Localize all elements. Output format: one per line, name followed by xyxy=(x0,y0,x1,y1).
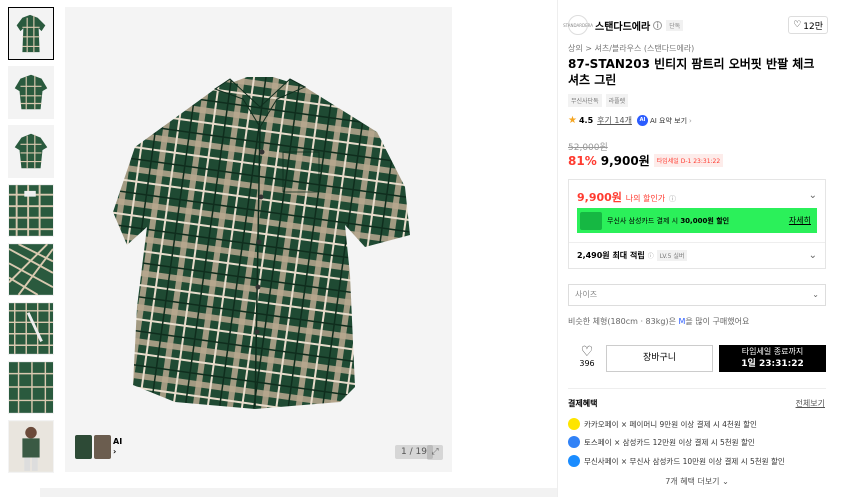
payment-benefit-item: 토스페이 × 삼성카드 12만원 이상 결제 시 5천원 할인 xyxy=(568,436,755,448)
product-tags: 무신사단독 라플렛 xyxy=(568,94,629,107)
chevron-down-icon[interactable]: ⌄ xyxy=(809,250,817,261)
shirt-illustration xyxy=(65,7,452,472)
my-price-row[interactable]: 9,900원 나의 할인가 ⓘ xyxy=(577,189,676,205)
discount-rate: 81% xyxy=(568,153,597,168)
thumbnail-4[interactable] xyxy=(8,184,54,237)
ai-chip-label: AI xyxy=(113,437,123,446)
ai-summary-label: AI 요약 보기 xyxy=(649,116,688,125)
price-row: 81% 9,900원 타임세일 D-1 23:31:22 xyxy=(568,152,724,169)
my-price-label: 나의 할인가 xyxy=(625,194,666,203)
promo-text-pre: 무신사 삼성카드 결제 시 xyxy=(607,216,681,225)
bottom-tab-bar xyxy=(40,488,557,497)
info-icon[interactable]: ⓘ xyxy=(669,195,676,203)
product-info-panel: STANDARDERA 스탠다드에라 i 단독 ♡ 12만 상의 > 셔츠/블라… xyxy=(557,0,837,497)
divider xyxy=(569,242,825,243)
promo-text-bold: 30,000원 할인 xyxy=(680,216,730,225)
size-recommendation: 비슷한 체형(180cm · 83kg)은 M을 많이 구매했어요 xyxy=(568,316,749,327)
thumbnail-2[interactable] xyxy=(8,66,54,119)
points-row[interactable]: 2,490원 최대 적립 ⓘ LV.5 실버 xyxy=(577,250,688,261)
more-benefits-button[interactable]: 7개 혜택 더보기 ⌄ xyxy=(568,476,826,487)
payment-benefit-text: 무신사페이 × 무신사 삼성카드 10만원 이상 결제 시 5천원 할인 xyxy=(584,456,785,466)
product-like-count: 396 xyxy=(579,359,595,368)
size-select-placeholder: 사이즈 xyxy=(575,290,598,299)
payment-view-all-link[interactable]: 전체보기 xyxy=(796,398,825,409)
payment-benefit-item: 무신사페이 × 무신사 삼성카드 10만원 이상 결제 시 5천원 할인 xyxy=(568,455,785,467)
promo-detail-link[interactable]: 자세히 xyxy=(789,215,811,226)
product-tag: 라플렛 xyxy=(605,94,629,107)
payment-benefit-item: 카카오페이 × 페이머니 9만원 이상 결제 시 4천원 할인 xyxy=(568,418,757,430)
product-like-button[interactable]: ♡ 396 xyxy=(572,345,602,368)
brand-like-count: 12만 xyxy=(803,21,823,32)
rating-row: ★ 4.5 후기 14개 AI AI 요약 보기 › xyxy=(568,115,692,126)
thumbnail-1[interactable] xyxy=(8,7,54,60)
info-icon[interactable]: i xyxy=(653,20,663,30)
brand-logo[interactable]: STANDARDERA xyxy=(563,15,593,35)
rating-value: 4.5 xyxy=(578,116,594,125)
expand-icon[interactable]: ⤢ xyxy=(427,445,443,460)
size-select[interactable]: 사이즈 ⌄ xyxy=(568,284,826,306)
ai-styling-chip[interactable]: AI › xyxy=(75,430,127,464)
kakaopay-icon xyxy=(568,418,580,430)
benefit-box: 9,900원 나의 할인가 ⓘ ⌄ 무신사 삼성카드 결제 시 30,000원 … xyxy=(568,179,826,269)
size-note-post: 을 많이 구매했어요 xyxy=(685,317,750,326)
chevron-down-icon: ⌄ xyxy=(812,290,819,299)
thumbnail-list xyxy=(8,7,56,479)
brand-row: STANDARDERA 스탠다드에라 i 단독 ♡ 12만 xyxy=(563,13,828,37)
promo-text: 무신사 삼성카드 결제 시 30,000원 할인 xyxy=(607,216,729,226)
tosspay-icon xyxy=(568,436,580,448)
musinsapay-icon xyxy=(568,455,580,467)
chevron-right-icon: › xyxy=(689,116,692,125)
thumbnail-5[interactable] xyxy=(8,243,54,296)
breadcrumb[interactable]: 상의 > 셔츠/블라우스 (스탠다드에라) xyxy=(568,43,694,54)
info-icon[interactable]: ⓘ xyxy=(648,251,654,260)
thumbnail-8[interactable] xyxy=(8,420,54,473)
card-icon xyxy=(580,211,602,230)
brand-name[interactable]: 스탠다드에라 xyxy=(595,18,650,33)
thumbnail-7[interactable] xyxy=(8,361,54,414)
divider xyxy=(568,388,826,389)
product-tag: 무신사단독 xyxy=(568,94,602,107)
ai-icon: AI xyxy=(636,115,648,126)
size-note-pre: 비슷한 체형(180cm · 83kg)은 xyxy=(568,317,679,326)
cart-button[interactable]: 장바구니 xyxy=(606,345,713,372)
payment-benefit-text: 토스페이 × 삼성카드 12만원 이상 결제 시 5천원 할인 xyxy=(584,437,755,447)
brand-like-button[interactable]: ♡ 12만 xyxy=(788,16,828,34)
product-title: 87-STAN203 빈티지 팜트리 오버핏 반팔 체크 셔츠 그린 xyxy=(568,57,815,87)
brand-tag: 단독 xyxy=(666,19,684,31)
ai-summary-button[interactable]: AI AI 요약 보기 › xyxy=(636,115,692,126)
ai-chip-thumbnail xyxy=(75,435,92,459)
main-product-image[interactable]: AI › 1 / 19 ⤢ xyxy=(65,7,452,472)
heart-icon: ♡ xyxy=(580,344,594,360)
sale-price: 9,900원 xyxy=(600,154,650,168)
promo-banner[interactable]: 무신사 삼성카드 결제 시 30,000원 할인 자세히 xyxy=(577,208,817,233)
member-level-badge: LV.5 실버 xyxy=(656,250,688,261)
buy-button-countdown: 1일 23:31:22 xyxy=(741,359,804,369)
review-link[interactable]: 후기 14개 xyxy=(597,115,632,126)
payment-benefit-text: 카카오페이 × 페이머니 9만원 이상 결제 시 4천원 할인 xyxy=(584,419,757,429)
star-icon: ★ xyxy=(568,115,577,126)
chevron-down-icon[interactable]: ⌄ xyxy=(809,190,817,201)
payment-benefits-title: 결제혜택 xyxy=(568,399,598,408)
timesale-badge: 타임세일 D-1 23:31:22 xyxy=(653,154,724,167)
thumbnail-6[interactable] xyxy=(8,302,54,355)
thumbnail-3[interactable] xyxy=(8,125,54,178)
my-price-value: 9,900원 xyxy=(577,191,622,204)
ai-chip-thumbnail-2 xyxy=(94,435,111,459)
buy-button-line1: 타임세일 종료까지 xyxy=(741,347,804,356)
chevron-right-icon: › xyxy=(113,447,117,456)
heart-icon: ♡ xyxy=(793,20,802,30)
buy-button[interactable]: 타임세일 종료까지 1일 23:31:22 xyxy=(719,345,826,372)
points-text: 2,490원 최대 적립 xyxy=(577,251,645,260)
